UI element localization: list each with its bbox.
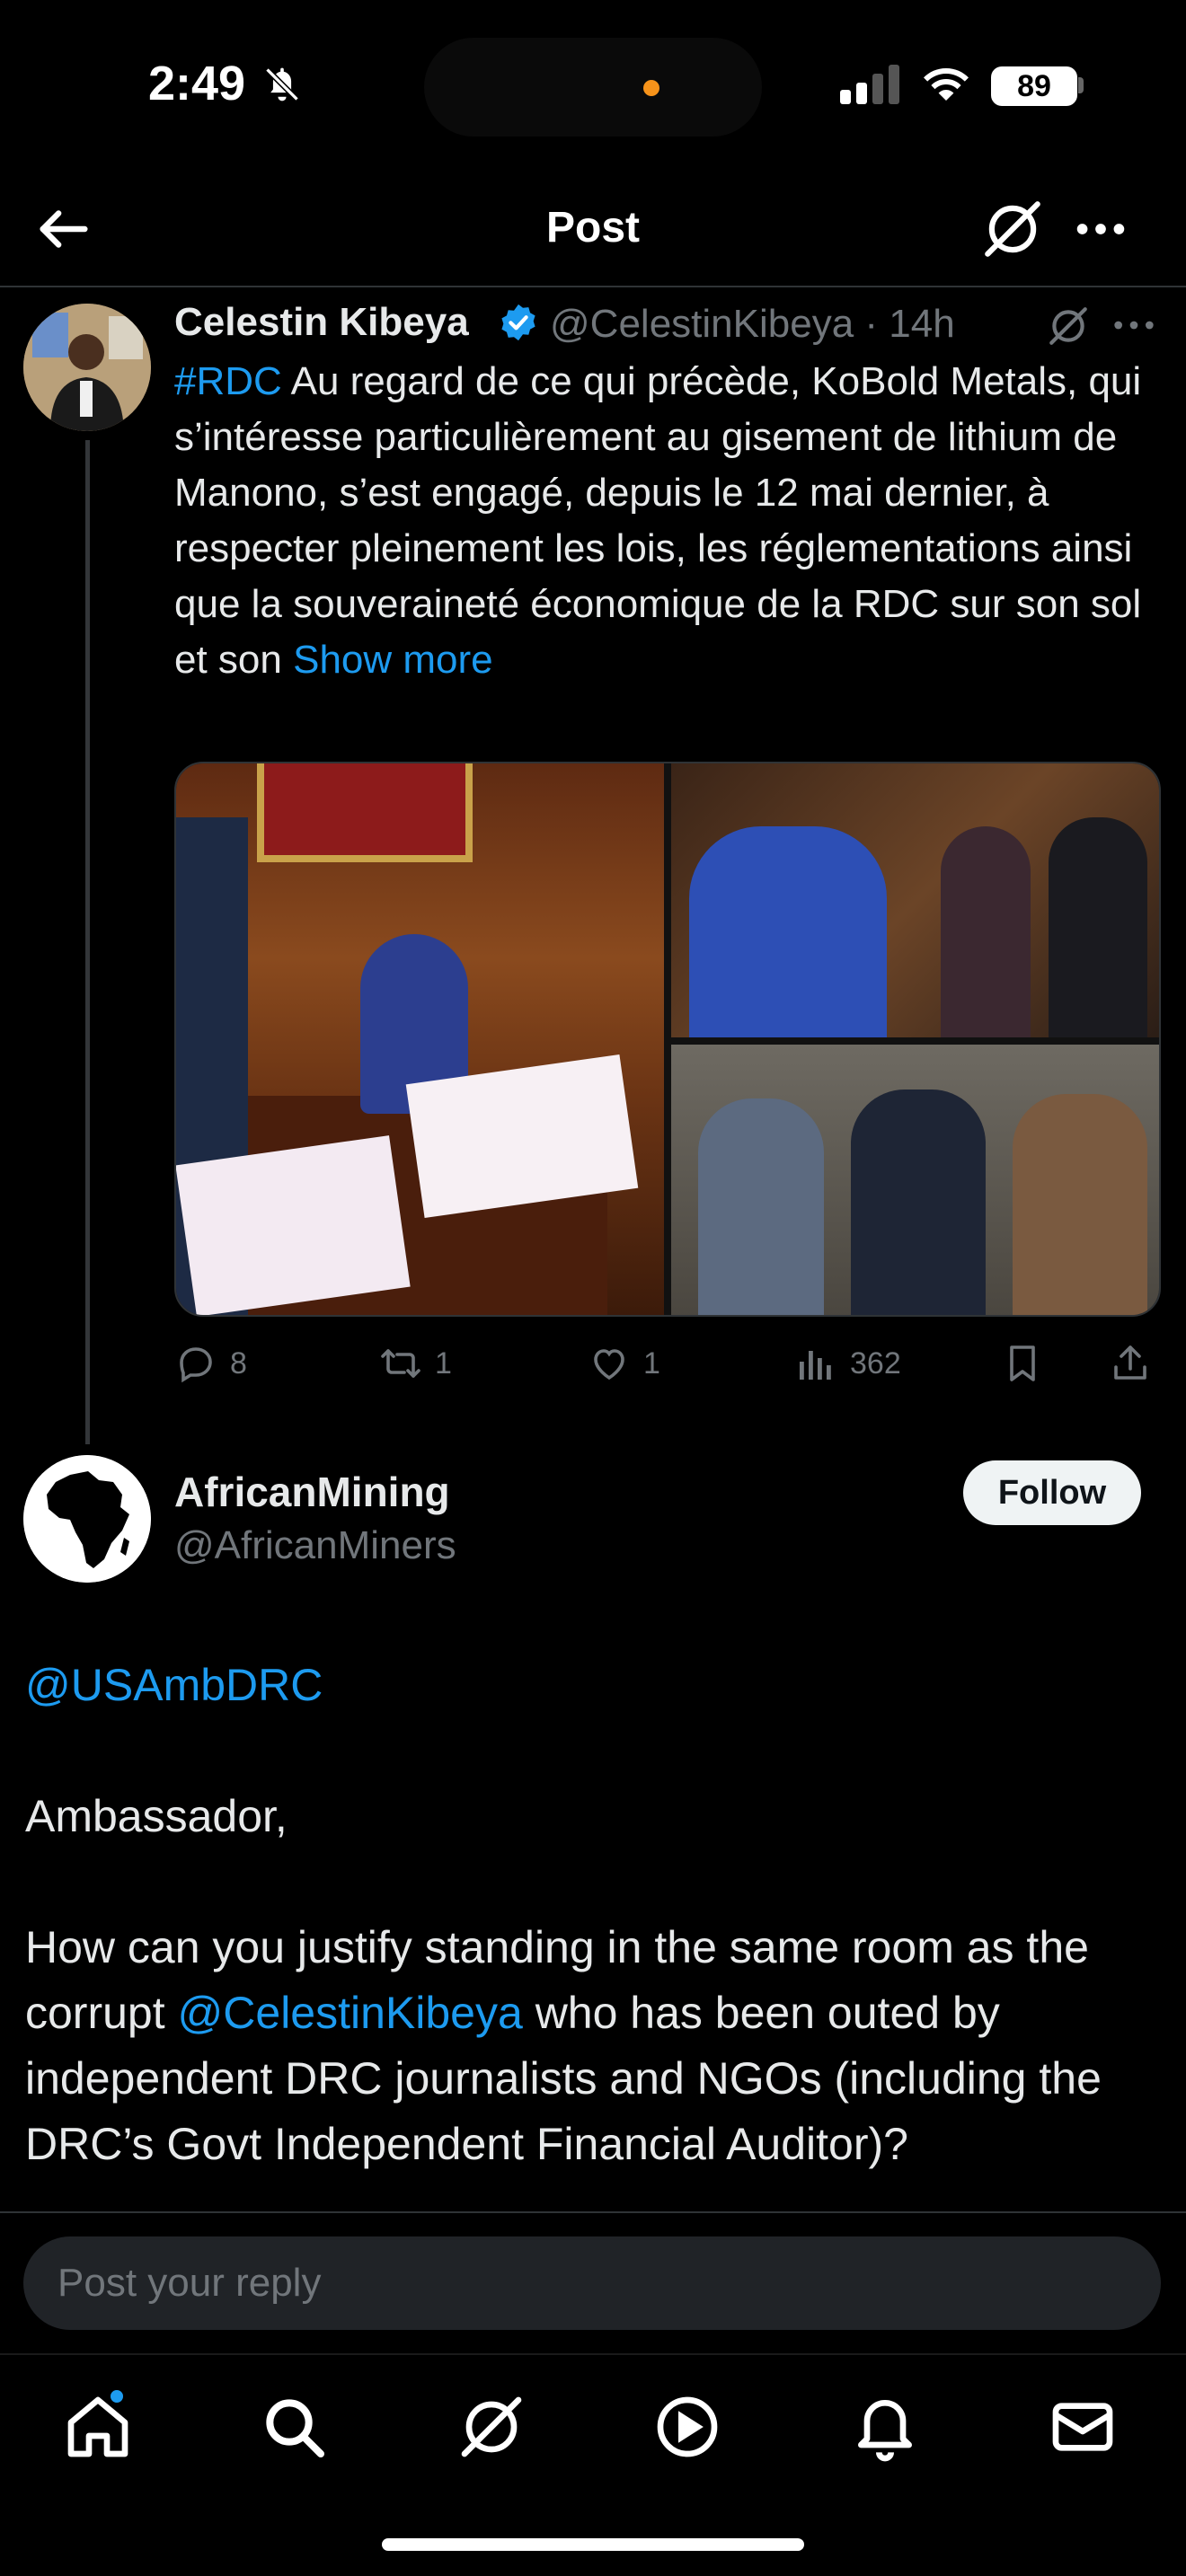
tweet-text: #RDC Au regard de ce qui précède, KoBold… [174, 354, 1170, 688]
media-grid [174, 762, 1161, 1317]
bookmark-button[interactable] [1001, 1337, 1057, 1390]
share-button[interactable] [1109, 1337, 1164, 1390]
media-image-group[interactable] [671, 1045, 1159, 1315]
person-blue-suit [689, 826, 887, 1037]
emblem-frame [257, 763, 473, 862]
tweet-actions: 8 1 1 362 [174, 1337, 1172, 1390]
signal-icon [840, 65, 899, 104]
thread-line [85, 440, 90, 1444]
mail-icon[interactable] [1047, 2391, 1119, 2463]
bell-icon[interactable] [849, 2391, 921, 2463]
dynamic-island [424, 38, 762, 137]
reply-icon [180, 1347, 212, 1383]
person-brown-suit [1013, 1094, 1147, 1315]
view-count: 362 [850, 1345, 901, 1381]
hashtag-link[interactable]: #RDC [174, 359, 282, 403]
author-name[interactable]: Celestin Kibeya [174, 300, 469, 345]
person-dress [941, 826, 1031, 1037]
grok-icon[interactable] [979, 196, 1046, 262]
person-dark-suit [1049, 817, 1147, 1037]
reply-count: 8 [230, 1345, 247, 1381]
reply-input[interactable]: Post your reply [23, 2236, 1161, 2330]
mic-indicator [643, 80, 659, 96]
reply-line: Ambassador, [25, 1791, 288, 1841]
clock: 2:49 [148, 57, 246, 110]
africa-map-icon [23, 1455, 151, 1583]
show-more-link[interactable]: Show more [293, 638, 493, 682]
media-image-signing[interactable] [176, 763, 664, 1315]
repost-button[interactable]: 1 [379, 1337, 452, 1390]
reply-text: @USAmbDRC Ambassador, How can you justif… [25, 1653, 1166, 2219]
document-left [176, 1135, 411, 1315]
like-button[interactable]: 1 [588, 1337, 660, 1390]
reply-author-handle[interactable]: @AfricanMiners [174, 1523, 456, 1568]
avatar[interactable] [23, 304, 151, 431]
share-icon [1114, 1345, 1146, 1380]
reply-author-name[interactable]: AfricanMining [174, 1468, 450, 1516]
bookmark-icon [1010, 1345, 1035, 1381]
reply-button[interactable]: 8 [174, 1337, 247, 1390]
grok-icon[interactable] [1046, 304, 1091, 348]
wifi-icon [924, 68, 969, 101]
battery-tip [1078, 77, 1084, 93]
media-image-handshake[interactable] [671, 763, 1159, 1037]
home-indicator [382, 2538, 804, 2551]
more-options-icon[interactable] [1069, 198, 1132, 260]
author-handle-time[interactable]: @CelestinKibeya · 14h [550, 302, 955, 347]
search-icon[interactable] [258, 2391, 330, 2463]
repost-icon [381, 1349, 420, 1378]
notification-dot [108, 2387, 126, 2405]
person-navy-suit [851, 1090, 986, 1315]
heart-icon [594, 1349, 624, 1381]
avatar-photo [23, 304, 151, 431]
bell-off-icon [265, 67, 299, 101]
status-bar: 2:49 89 [0, 0, 1186, 171]
mention-link[interactable]: @USAmbDRC [25, 1660, 323, 1710]
post-header: Post [0, 171, 1186, 287]
mention-link[interactable]: @CelestinKibeya [178, 1988, 523, 2038]
like-count: 1 [643, 1345, 660, 1381]
verified-badge-icon [501, 304, 535, 341]
video-play-icon[interactable] [651, 2391, 723, 2463]
repost-count: 1 [435, 1345, 452, 1381]
more-options-icon[interactable] [1111, 307, 1157, 343]
person-grey-suit [698, 1098, 824, 1315]
avatar[interactable] [23, 1455, 151, 1583]
tweet-body: Au regard de ce qui précède, KoBold Meta… [174, 359, 1142, 682]
views-icon [800, 1351, 831, 1380]
reply-bar: Post your reply [0, 2211, 1186, 2353]
battery-level: 89 [991, 66, 1077, 106]
follow-button[interactable]: Follow [963, 1460, 1141, 1525]
views-button[interactable]: 362 [794, 1337, 901, 1390]
grok-icon[interactable] [456, 2391, 527, 2463]
